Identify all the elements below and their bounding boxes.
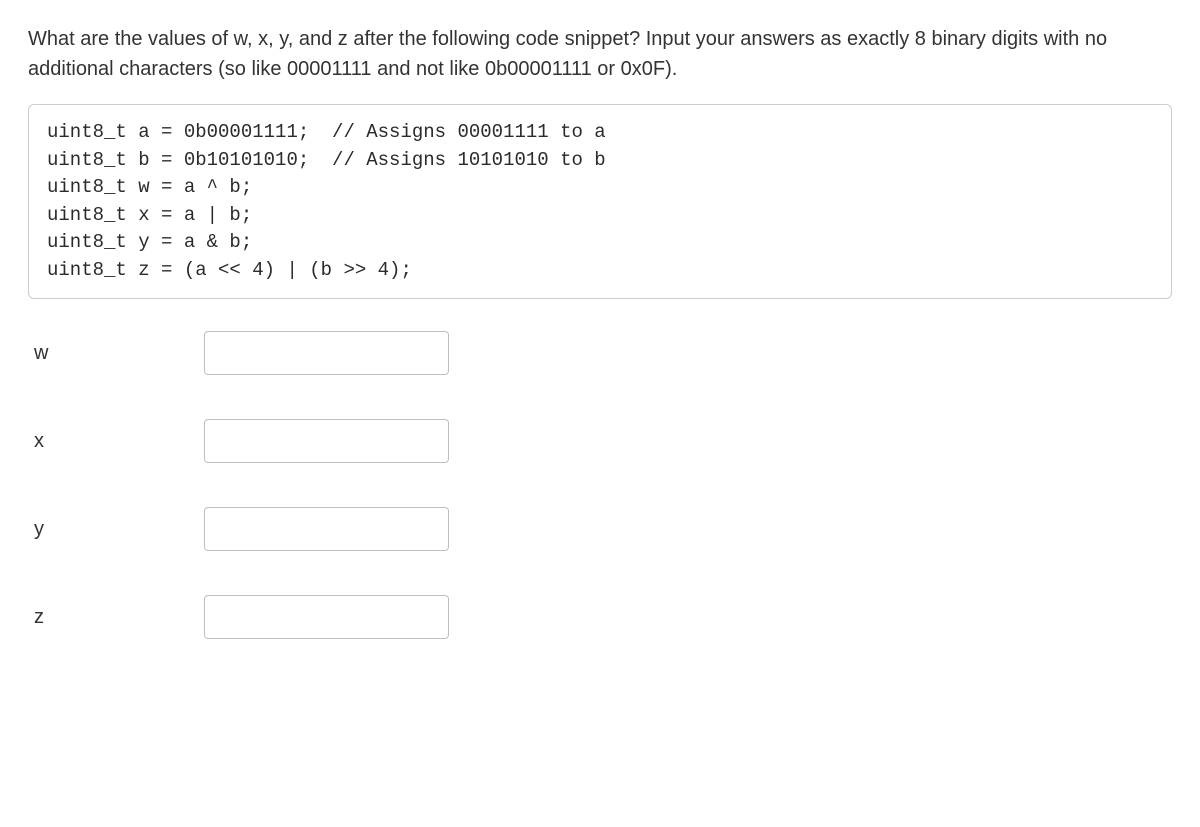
code-line-3: uint8_t w = a ^ b; (47, 176, 252, 198)
answer-label-y: y (34, 514, 204, 544)
answer-label-z: z (34, 602, 204, 632)
answer-row-z: z (28, 573, 1172, 661)
answer-input-y[interactable] (204, 507, 449, 551)
code-line-2: uint8_t b = 0b10101010; // Assigns 10101… (47, 149, 606, 171)
code-line-6: uint8_t z = (a << 4) | (b >> 4); (47, 259, 412, 281)
answer-input-x[interactable] (204, 419, 449, 463)
answer-label-w: w (34, 338, 204, 368)
answer-label-x: x (34, 426, 204, 456)
answer-input-w[interactable] (204, 331, 449, 375)
answer-input-z[interactable] (204, 595, 449, 639)
answer-row-w: w (28, 309, 1172, 397)
answer-row-x: x (28, 397, 1172, 485)
code-line-4: uint8_t x = a | b; (47, 204, 252, 226)
code-snippet: uint8_t a = 0b00001111; // Assigns 00001… (28, 104, 1172, 299)
answer-row-y: y (28, 485, 1172, 573)
question-text: What are the values of w, x, y, and z af… (28, 24, 1172, 84)
code-line-5: uint8_t y = a & b; (47, 231, 252, 253)
code-line-1: uint8_t a = 0b00001111; // Assigns 00001… (47, 121, 606, 143)
